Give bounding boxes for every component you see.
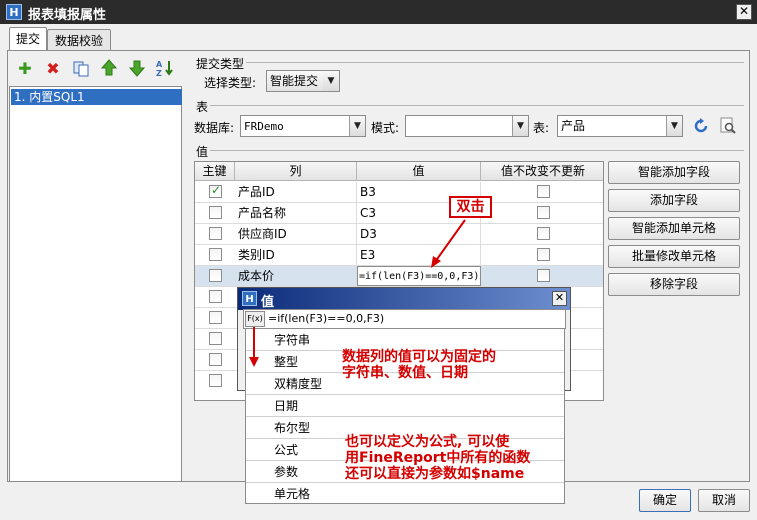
annotation-note-line: 字符串、数值、日期 [342,365,468,381]
app-logo-icon: H [6,4,22,20]
table-value: 产品 [561,119,586,133]
batch-modify-cell-button[interactable]: 批量修改单元格 [608,245,740,268]
header-primary-key: 主键 [195,162,235,181]
primary-key-checkbox[interactable] [209,290,222,303]
no-update-checkbox[interactable] [537,185,550,198]
database-label: 数据库: [194,121,235,135]
value-dialog-close-button[interactable]: ✕ [552,291,567,306]
column-cell[interactable]: 成本价 [235,266,357,286]
no-update-checkbox[interactable] [537,206,550,219]
table-row[interactable]: 产品ID B3 [195,182,603,203]
column-cell[interactable]: 供应商ID [235,224,357,244]
add-icon[interactable]: ✚ [16,60,34,78]
chevron-down-icon[interactable]: ▼ [349,116,365,136]
app-logo-icon: H [242,291,257,306]
svg-text:A: A [156,60,163,69]
submit-type-select[interactable]: 智能提交 ▼ [266,70,340,92]
no-update-checkbox[interactable] [537,269,550,282]
divider [210,105,744,106]
header-column: 列 [235,162,357,181]
window-title: 报表填报属性 [28,8,107,23]
schema-select[interactable]: ▼ [405,115,529,137]
sort-icon[interactable]: AZ [155,59,173,78]
value-dialog-title: 值 [261,295,275,310]
table-select[interactable]: 产品 ▼ [557,115,683,137]
database-select[interactable]: FRDemo ▼ [240,115,366,137]
chevron-down-icon[interactable]: ▼ [666,116,682,136]
annotation-arrow-icon [249,327,259,367]
divider [210,150,744,151]
table-group-title: 表 [196,100,209,114]
select-type-label: 选择类型: [204,76,257,90]
primary-key-checkbox[interactable] [209,332,222,345]
list-item[interactable]: 字符串 [246,329,564,351]
copy-icon[interactable] [72,60,90,78]
window-titlebar: H 报表填报属性 ✕ [0,0,757,24]
chevron-down-icon[interactable]: ▼ [323,71,339,91]
primary-key-checkbox[interactable] [209,206,222,219]
annotation-note-line: 也可以定义为公式, 可以使 [345,434,510,450]
preview-icon[interactable] [719,117,737,135]
annotation-note-line: 用FineReport中所有的函数 [345,450,531,466]
table-row[interactable]: 成本价 =if(len(F3)==0,0,F3) [195,266,603,287]
values-group-title: 值 [196,145,209,159]
remove-field-button[interactable]: 移除字段 [608,273,740,296]
delete-icon[interactable]: ✖ [44,60,62,78]
table-row[interactable]: 产品名称 C3 [195,203,603,224]
submit-type-value: 智能提交 [270,74,319,88]
submit-type-group-title: 提交类型 [196,57,245,71]
double-click-annotation: 双击 [449,196,492,218]
table-row[interactable]: 类别ID E3 [195,245,603,266]
column-cell[interactable]: 产品名称 [235,203,357,223]
cancel-button[interactable]: 取消 [698,489,750,512]
table-label: 表: [533,121,550,135]
window-close-button[interactable]: ✕ [736,4,752,20]
primary-key-checkbox[interactable] [209,311,222,324]
no-update-checkbox[interactable] [537,227,550,240]
annotation-note-line: 还可以直接为参数如$name [345,466,525,482]
move-up-icon[interactable] [100,59,118,77]
annotation-note-line: 数据列的值可以为固定的 [342,349,496,365]
list-item[interactable]: 日期 [246,395,564,417]
annotation-arrow-icon [431,219,466,268]
list-item[interactable]: 单元格 [246,483,564,505]
smart-add-field-button[interactable]: 智能添加字段 [608,161,740,184]
primary-key-checkbox[interactable] [209,269,222,282]
move-down-icon[interactable] [128,59,146,77]
column-cell[interactable]: 类别ID [235,245,357,265]
smart-add-cell-button[interactable]: 智能添加单元格 [608,217,740,240]
svg-text:Z: Z [156,69,162,77]
no-update-checkbox[interactable] [537,248,550,261]
column-cell[interactable]: 产品ID [235,182,357,202]
ok-button[interactable]: 确定 [639,489,691,512]
refresh-icon[interactable] [692,117,710,135]
primary-key-checkbox[interactable] [209,248,222,261]
database-value: FRDemo [244,120,284,133]
header-value: 值 [357,162,481,181]
divider [246,62,744,63]
list-item[interactable]: 1. 内置SQL1 [11,89,182,105]
primary-key-checkbox[interactable] [209,353,222,366]
submit-list[interactable]: 1. 内置SQL1 [9,86,182,482]
value-dialog-titlebar: H 值 ✕ [238,288,570,310]
primary-key-checkbox[interactable] [209,183,222,198]
table-row[interactable]: 供应商ID D3 [195,224,603,245]
primary-key-checkbox[interactable] [209,227,222,240]
add-field-button[interactable]: 添加字段 [608,189,740,212]
primary-key-checkbox[interactable] [209,374,222,387]
schema-label: 模式: [371,121,400,135]
formula-text[interactable]: =if(len(F3)==0,0,F3) [268,311,384,327]
header-no-update: 值不改变不更新 [481,162,603,181]
chevron-down-icon[interactable]: ▼ [512,116,528,136]
formula-box[interactable]: F(x) =if(len(F3)==0,0,F3) [243,309,566,329]
